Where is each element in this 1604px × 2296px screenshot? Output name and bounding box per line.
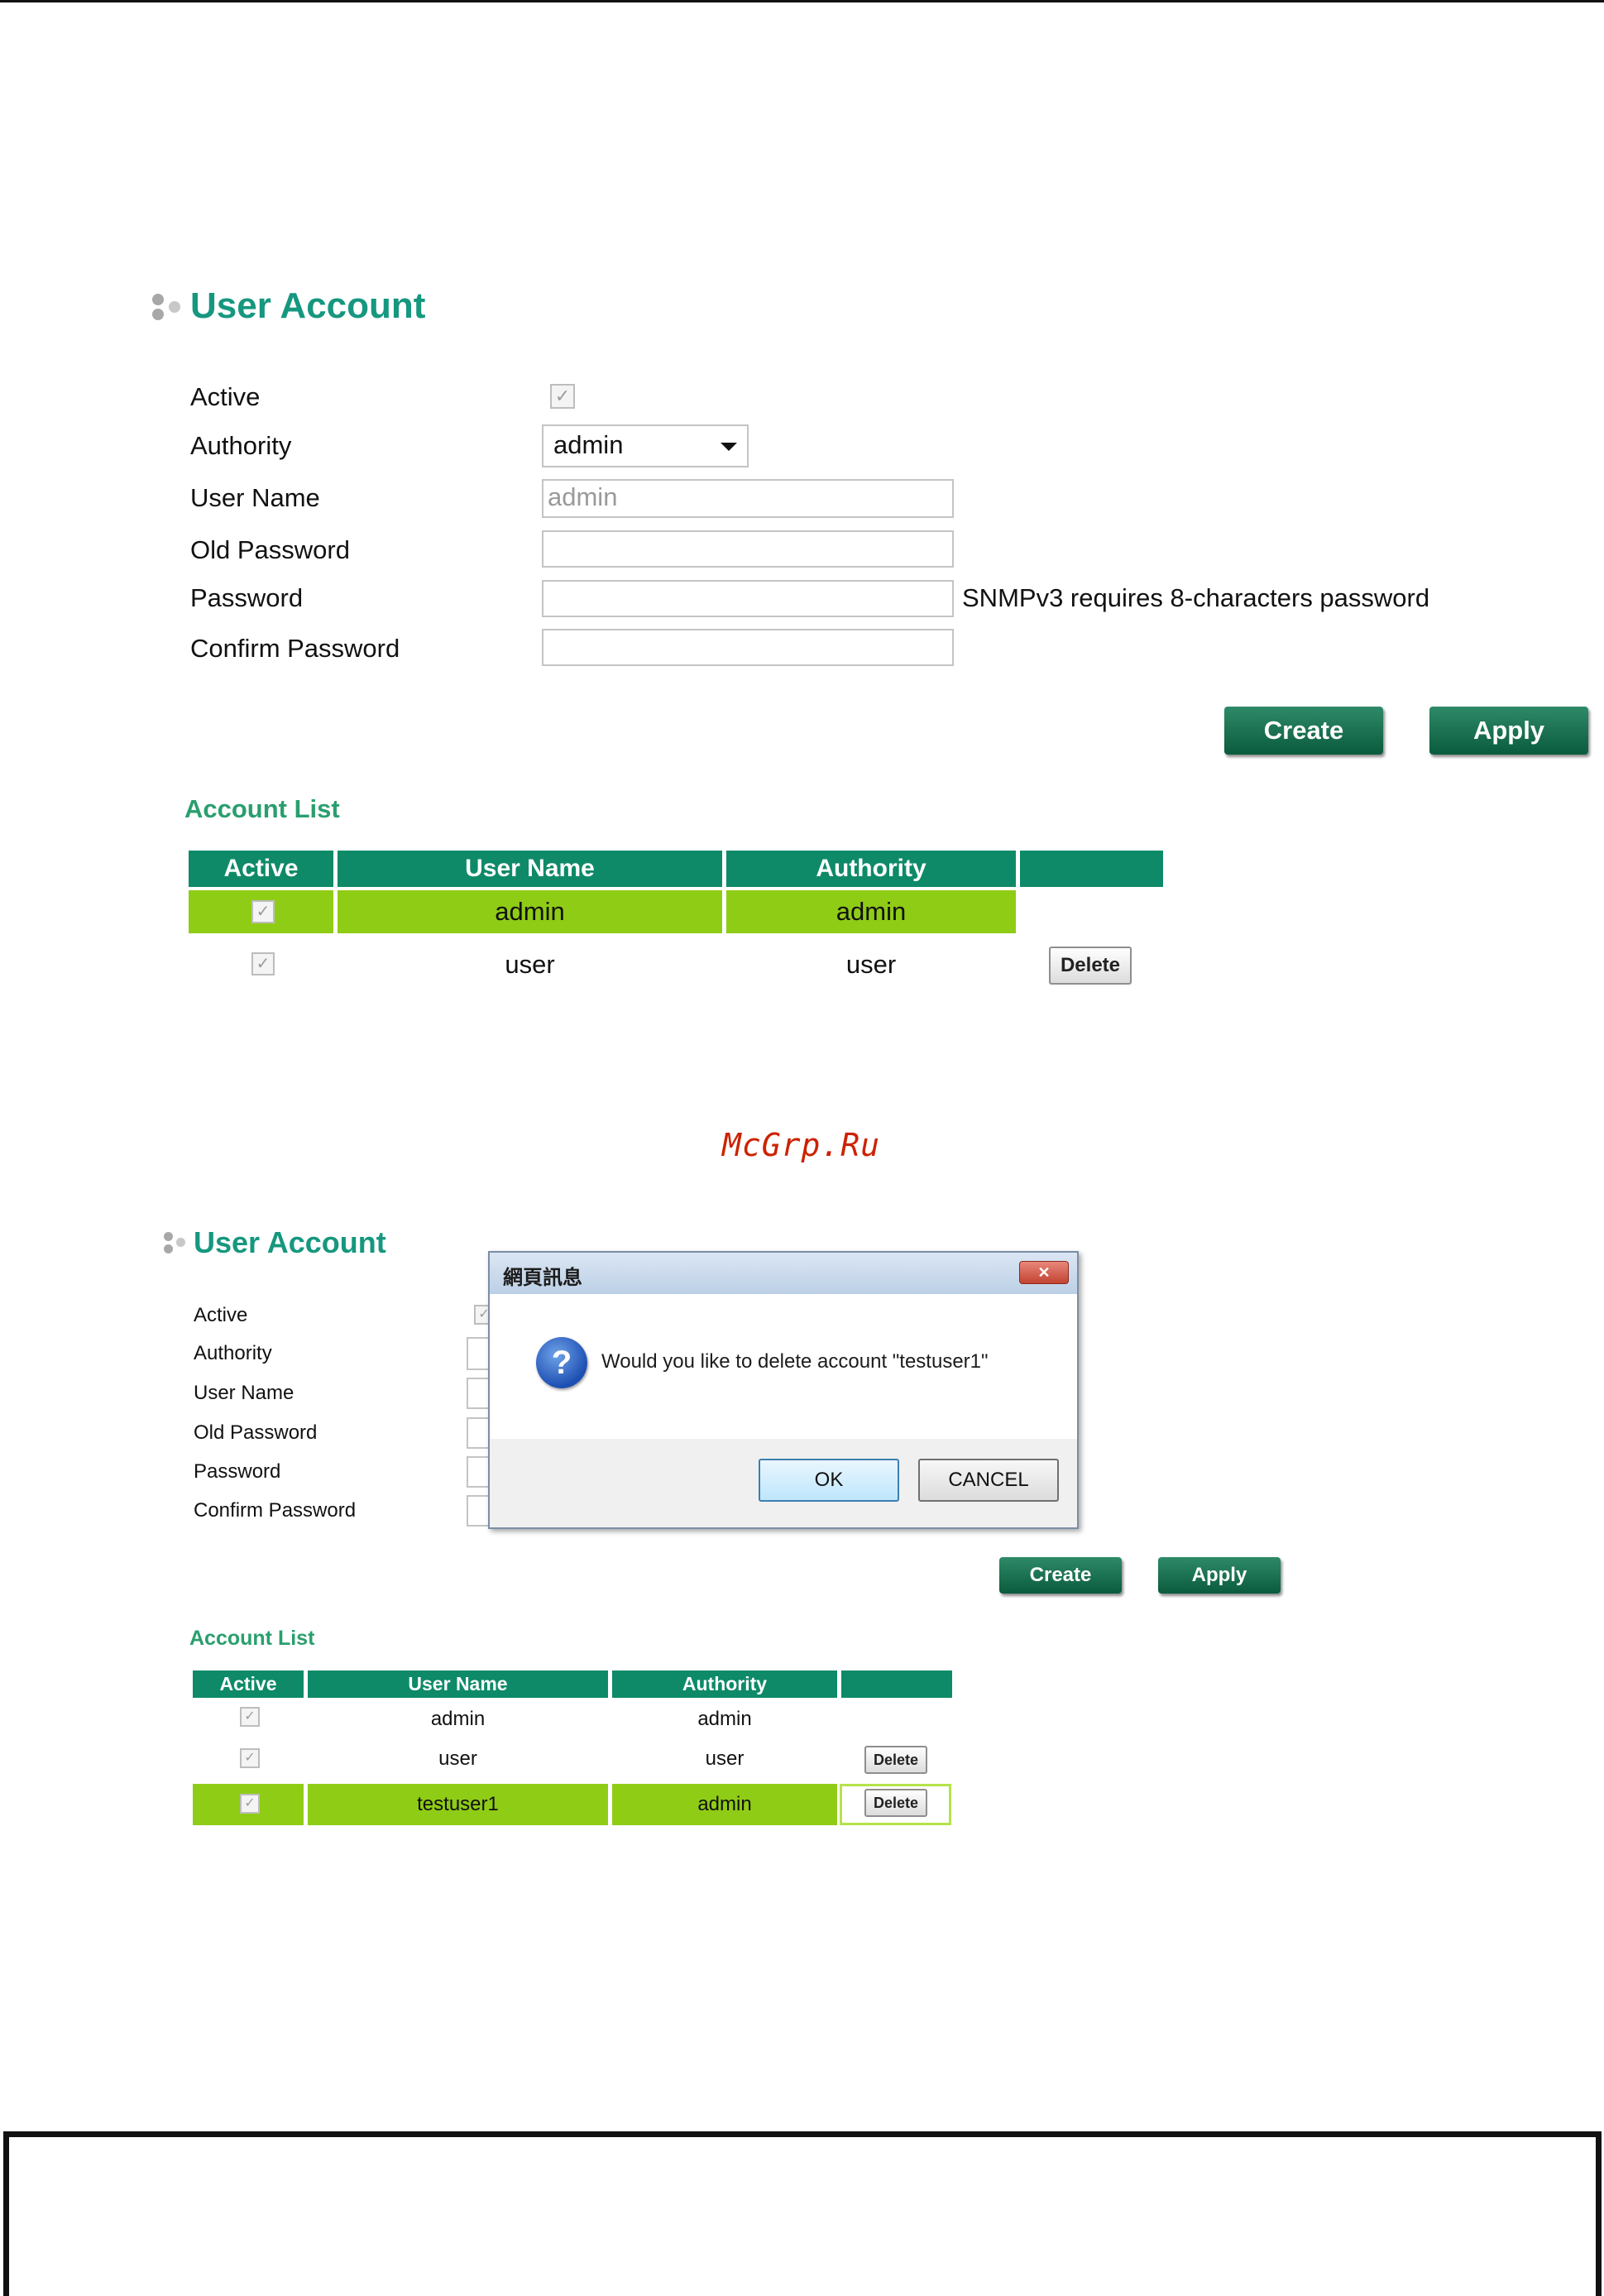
row-authority: admin	[697, 1708, 752, 1730]
password-hint: SNMPv3 requires 8-characters password	[962, 583, 1430, 612]
user-name-label: User Name	[194, 1382, 294, 1404]
user-name-field[interactable]: admin	[542, 479, 954, 518]
password-field[interactable]	[542, 580, 954, 617]
dialog-title: 網頁訊息	[503, 1267, 582, 1289]
question-icon: ?	[536, 1337, 587, 1388]
confirm-password-label: Confirm Password	[194, 1499, 357, 1522]
row-user-name: admin	[430, 1708, 486, 1730]
row-active-checkbox[interactable]: ✓	[251, 900, 275, 923]
password-label: Password	[190, 583, 304, 612]
account-list-title: Account List	[189, 1627, 315, 1650]
old-password-label: Old Password	[194, 1421, 318, 1444]
authority-select[interactable]: admin	[542, 424, 749, 467]
create-button[interactable]: Create	[999, 1557, 1122, 1594]
page-title: User Account	[190, 285, 426, 326]
col-header-action	[841, 1670, 952, 1698]
confirm-dialog: 網頁訊息 ✕ ? Would you like to delete accoun…	[488, 1251, 1079, 1529]
row-active-checkbox[interactable]: ✓	[240, 1794, 260, 1814]
authority-label: Authority	[194, 1342, 272, 1364]
col-header-authority: Authority	[726, 851, 1016, 887]
row-user-name: user	[505, 950, 555, 979]
row-active-checkbox[interactable]: ✓	[240, 1707, 260, 1727]
dialog-message: Would you like to delete account "testus…	[601, 1350, 989, 1373]
footer-frame	[3, 2131, 1602, 2296]
authority-select-value: admin	[553, 430, 624, 459]
delete-button[interactable]: Delete	[864, 1789, 927, 1817]
row-active-checkbox[interactable]: ✓	[251, 952, 275, 975]
col-header-user-name: User Name	[338, 851, 722, 887]
password-label: Password	[194, 1460, 281, 1483]
delete-button[interactable]: Delete	[1049, 947, 1132, 985]
row-authority: admin	[836, 897, 907, 926]
active-label: Active	[194, 1304, 248, 1326]
section-title: User Account	[162, 1223, 386, 1263]
col-header-user-name: User Name	[308, 1670, 608, 1698]
delete-button[interactable]: Delete	[864, 1746, 927, 1774]
confirm-password-label: Confirm Password	[190, 634, 400, 663]
active-checkbox[interactable]: ✓	[550, 384, 575, 409]
col-header-action	[1020, 851, 1163, 887]
close-icon[interactable]: ✕	[1019, 1261, 1069, 1284]
row-authority: user	[705, 1747, 745, 1770]
old-password-label: Old Password	[190, 535, 350, 564]
section-dots-icon	[162, 1227, 190, 1258]
row-user-name: admin	[495, 897, 565, 926]
watermark: McGrp.Ru	[722, 1127, 881, 1163]
row-authority: user	[845, 950, 897, 979]
ok-button[interactable]: OK	[759, 1459, 899, 1502]
dialog-body: ? Would you like to delete account "test…	[490, 1294, 1077, 1439]
row-user-name: testuser1	[417, 1793, 499, 1815]
authority-label: Authority	[190, 431, 292, 460]
row-user-name: user	[438, 1747, 477, 1770]
col-header-active: Active	[193, 1670, 304, 1698]
user-name-label: User Name	[190, 483, 320, 512]
col-header-authority: Authority	[612, 1670, 837, 1698]
col-header-active: Active	[189, 851, 333, 887]
row-active-checkbox[interactable]: ✓	[240, 1748, 260, 1768]
page-title: User Account	[194, 1225, 386, 1259]
apply-button[interactable]: Apply	[1158, 1557, 1281, 1594]
section-title: User Account	[151, 281, 425, 331]
create-button[interactable]: Create	[1224, 707, 1383, 755]
top-rule	[0, 0, 1604, 2]
cancel-button[interactable]: CANCEL	[918, 1459, 1059, 1502]
section-dots-icon	[151, 287, 185, 325]
account-list-title: Account List	[184, 794, 340, 823]
row-authority: admin	[697, 1793, 752, 1815]
active-label: Active	[190, 382, 261, 411]
dialog-titlebar[interactable]: 網頁訊息 ✕	[490, 1253, 1077, 1295]
apply-button[interactable]: Apply	[1429, 707, 1588, 755]
chevron-down-icon	[721, 443, 737, 451]
confirm-password-field[interactable]	[542, 629, 954, 666]
old-password-field[interactable]	[542, 530, 954, 568]
